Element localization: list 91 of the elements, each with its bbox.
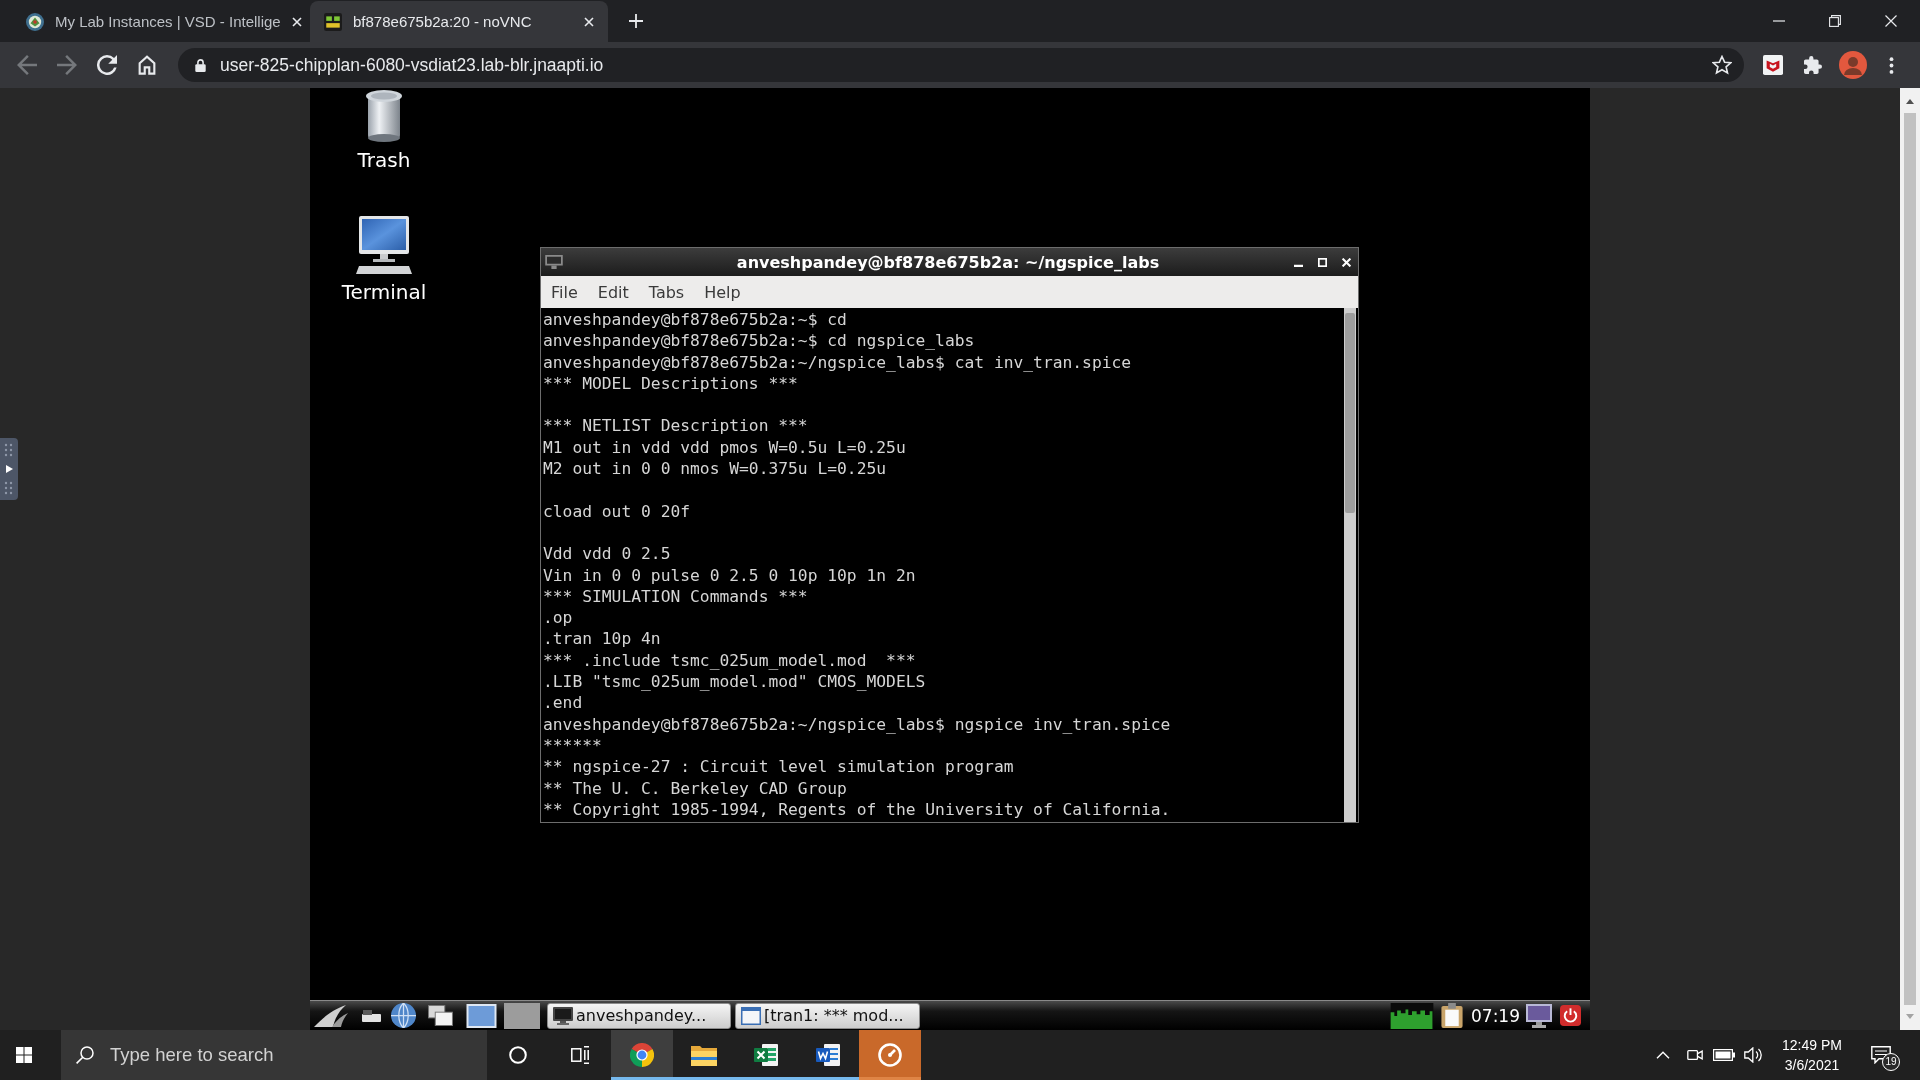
desktop-icon-label[interactable]: Trash bbox=[357, 148, 411, 172]
window-title: anveshpandey@bf878e675b2a: ~/ngspice_labs bbox=[736, 252, 1160, 272]
windows-stack-icon[interactable] bbox=[428, 1005, 453, 1026]
trash-can-icon[interactable] bbox=[365, 90, 403, 142]
scrollbar-thumb[interactable] bbox=[1904, 113, 1916, 1005]
terminal-line: *** SIMULATION Commands *** bbox=[543, 585, 809, 608]
task-view-icon[interactable] bbox=[571, 1046, 589, 1064]
menu-item[interactable]: Edit bbox=[587, 282, 639, 302]
terminal-line: *** MODEL Descriptions *** bbox=[543, 372, 799, 395]
star-icon[interactable] bbox=[1712, 55, 1732, 75]
emblem-icon bbox=[26, 12, 44, 31]
terminal-line: Vdd vdd 0 2.5 bbox=[543, 543, 672, 565]
power-icon[interactable] bbox=[1560, 1005, 1581, 1026]
terminal-line: ** The U. C. Berkeley CAD Group bbox=[543, 777, 848, 799]
browser-tab[interactable]: My Lab Instances | VSD - Intellige bbox=[12, 1, 310, 42]
restore-icon[interactable] bbox=[1829, 15, 1841, 27]
task-button[interactable]: [tran1: *** mod... bbox=[735, 1002, 920, 1029]
close-icon[interactable] bbox=[1885, 15, 1897, 27]
search-icon bbox=[76, 1046, 94, 1064]
home-icon[interactable] bbox=[137, 55, 157, 75]
desktop-icon-label[interactable]: Terminal bbox=[341, 280, 427, 304]
terminal-line: Vin in 0 0 pulse 0 2.5 0 10p 10p 1n 2n bbox=[543, 564, 917, 586]
terminal-line: .end bbox=[543, 692, 584, 714]
address-bar[interactable]: user-825-chipplan-6080-vsdiat23.lab-blr.jnaapti.io bbox=[178, 48, 1744, 82]
terminal-line: M2 out in 0 0 nmos W=0.375u L=0.25u bbox=[543, 458, 888, 480]
terminal-line: cload out 0 20f bbox=[543, 500, 692, 522]
menu-item[interactable]: Help bbox=[694, 282, 751, 302]
browser-tab[interactable]: bf878e675b2a:20 - noVNC bbox=[310, 1, 608, 42]
terminal-line: ** Copyright 1985-1994, Regents of the University of California. bbox=[543, 798, 1172, 821]
caret-up-icon[interactable] bbox=[1656, 1051, 1670, 1059]
url-text: user-825-chipplan-6080-vsdiat23.lab-blr.jnaapti.io bbox=[220, 54, 605, 76]
maximize-icon[interactable] bbox=[1318, 257, 1327, 267]
terminal-line: .tran 10p 4n bbox=[543, 628, 662, 650]
terminal-line: .op bbox=[543, 607, 574, 629]
plus-icon[interactable] bbox=[629, 14, 643, 28]
handle-icon[interactable] bbox=[0, 438, 18, 500]
monitor-icon bbox=[553, 1006, 573, 1025]
monitor-icon bbox=[545, 255, 563, 269]
windows-logo-icon[interactable] bbox=[16, 1047, 32, 1063]
window-icon[interactable] bbox=[466, 1003, 497, 1028]
terminal-line: *** .include tsmc_025um_model.mod *** bbox=[543, 649, 917, 672]
terminal-line: *** NETLIST Description *** bbox=[543, 415, 809, 437]
menu-item[interactable]: File bbox=[541, 282, 588, 302]
taskbar-app[interactable] bbox=[611, 1030, 673, 1080]
blank-tile-icon[interactable] bbox=[504, 1002, 540, 1029]
panel-clock: 07:19 bbox=[1471, 1005, 1520, 1026]
globe-icon[interactable] bbox=[391, 1003, 416, 1028]
vnc-logo-icon bbox=[324, 12, 342, 31]
notification-count: 19 bbox=[1882, 1053, 1900, 1071]
forward-icon[interactable] bbox=[57, 55, 77, 75]
task-button[interactable]: anveshpandey... bbox=[547, 1002, 731, 1029]
drive-icon[interactable] bbox=[362, 1009, 381, 1022]
camera-icon[interactable] bbox=[1687, 1048, 1703, 1062]
circle-icon[interactable] bbox=[509, 1046, 527, 1064]
window-icon bbox=[741, 1006, 761, 1025]
terminal-line: .LIB "tsmc_025um_model.mod" CMOS_MODELS bbox=[543, 671, 927, 693]
reload-icon[interactable] bbox=[97, 55, 117, 75]
spreadsheet-icon bbox=[754, 1043, 778, 1067]
monitor-icon[interactable] bbox=[356, 216, 412, 274]
scrollbar-thumb[interactable] bbox=[1345, 313, 1355, 513]
scrollbar[interactable] bbox=[1900, 88, 1920, 1030]
avatar-icon[interactable] bbox=[1839, 51, 1867, 79]
terminal-line: anveshpandey@bf878e675b2a:~$ cd ngspice_labs bbox=[543, 330, 976, 352]
search-field[interactable]: Type here to search bbox=[61, 1030, 487, 1080]
launcher-icon[interactable] bbox=[312, 1003, 350, 1028]
scrollbar[interactable] bbox=[1344, 308, 1356, 822]
terminal-line: anveshpandey@bf878e675b2a:~/ngspice_labs$ cat inv_tran.spice bbox=[543, 351, 1133, 373]
puzzle-icon[interactable] bbox=[1804, 56, 1822, 74]
document-icon bbox=[816, 1043, 840, 1067]
display-icon[interactable] bbox=[1526, 1003, 1552, 1028]
caret-up-icon[interactable] bbox=[1906, 99, 1914, 104]
menu-item[interactable]: Tabs bbox=[638, 282, 695, 302]
menu-icon[interactable] bbox=[1889, 56, 1894, 74]
browser-icon bbox=[630, 1043, 654, 1067]
clipboard-icon[interactable] bbox=[1441, 1003, 1463, 1028]
terminal-line: anveshpandey@bf878e675b2a:~$ cd bbox=[543, 309, 848, 331]
back-icon[interactable] bbox=[17, 55, 37, 75]
terminal-line: M1 out in vdd vdd pmos W=0.5u L=0.25u bbox=[543, 436, 907, 459]
gauge-icon bbox=[878, 1043, 902, 1067]
lock-icon bbox=[195, 58, 206, 72]
battery-icon[interactable] bbox=[1713, 1049, 1735, 1061]
terminal-line: ****** bbox=[543, 734, 603, 757]
cpu-graph-icon bbox=[1389, 1002, 1435, 1029]
terminal-line: anveshpandey@bf878e675b2a:~/ngspice_labs$ ngspice inv_tran.spice bbox=[543, 713, 1172, 735]
shield-extension-icon[interactable] bbox=[1763, 55, 1783, 75]
taskbar-clock[interactable]: 12:49 PM 3/6/2021 bbox=[1781, 1035, 1843, 1075]
close-icon[interactable] bbox=[584, 16, 594, 27]
terminal-line: ** ngspice-27 : Circuit level simulation program bbox=[543, 756, 1015, 778]
close-icon[interactable] bbox=[291, 16, 302, 27]
folder-icon bbox=[691, 1044, 717, 1066]
volume-icon[interactable] bbox=[1744, 1047, 1764, 1063]
